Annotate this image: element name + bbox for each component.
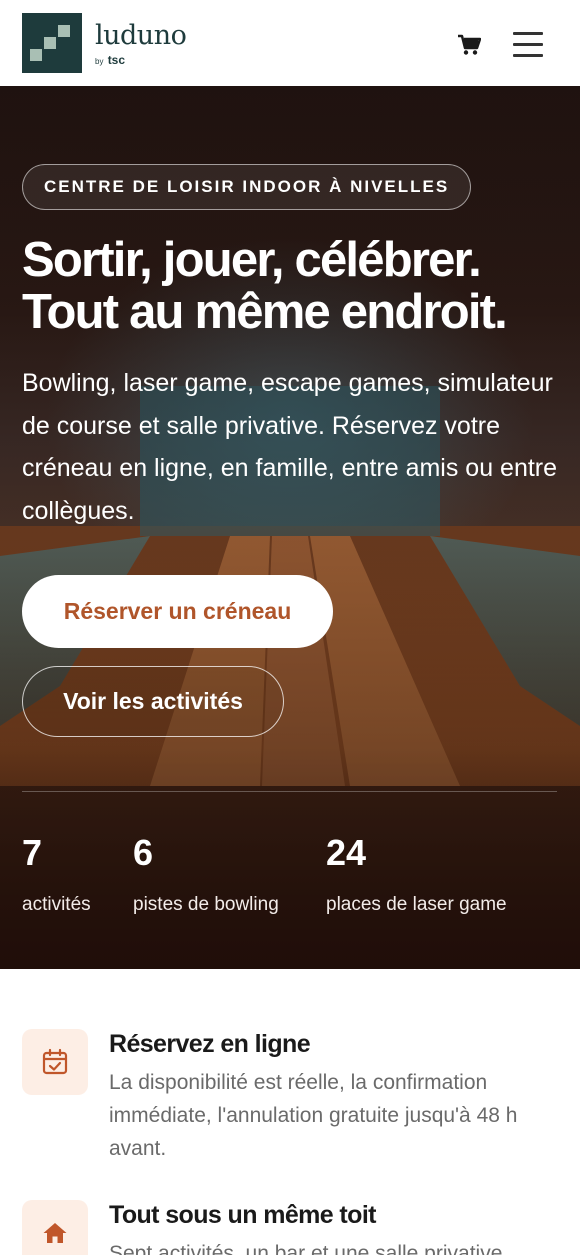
stat-value: 24 (326, 832, 367, 873)
stat-value: 7 (22, 832, 43, 873)
book-slot-button[interactable]: Réserver un créneau (22, 575, 333, 648)
feature-description: Sept activités, un bar et une salle priv… (109, 1242, 503, 1255)
stat-label: activités (22, 894, 91, 915)
hero-title-line-2: Tout au même endroit. (22, 285, 508, 339)
brand-sub: by tsc (95, 53, 125, 67)
location-tag: CENTRE DE LOISIR INDOOR À NIVELLES (22, 164, 472, 210)
menu-button[interactable] (508, 26, 548, 62)
hero-description: Bowling, laser game, escape games, simul… (22, 369, 558, 525)
stat-label: places de laser game (326, 894, 507, 915)
feature-icon-box (22, 1200, 88, 1255)
feature-icon-box (22, 1029, 88, 1095)
stats-divider (22, 791, 557, 792)
feature-description: La disponibilité est réelle, la confirma… (109, 1071, 518, 1160)
feature-title: Tout sous un même toit (109, 1201, 376, 1229)
stat-label: pistes de bowling (133, 894, 279, 915)
brand-by: by (95, 57, 104, 66)
hero-section: CENTRE DE LOISIR INDOOR À NIVELLES Sorti… (0, 86, 580, 969)
feature-book-online: Réservez en ligne La disponibilité est r… (22, 1029, 562, 1169)
brand-name[interactable]: luduno (95, 20, 187, 51)
site-header: luduno by tsc (0, 0, 580, 86)
stat-laser-game-places: 24 places de laser game (326, 831, 507, 918)
calendar-check-icon (42, 1048, 68, 1075)
stat-bowling-lanes: 6 pistes de bowling (133, 831, 279, 918)
view-activities-button[interactable]: Voir les activités (22, 666, 284, 737)
feature-all-in-one: Tout sous un même toit Sept activités, u… (22, 1200, 562, 1255)
stat-activities: 7 activités (22, 831, 91, 918)
cart-button[interactable] (452, 28, 486, 62)
feature-title: Réservez en ligne (109, 1030, 311, 1058)
hero-title: Sortir, jouer, célébrer. Tout au même en… (22, 234, 562, 338)
stat-value: 6 (133, 832, 154, 873)
brand-sub-name: tsc (107, 53, 126, 67)
hero-title-line-1: Sortir, jouer, célébrer. (22, 233, 482, 287)
shopping-cart-icon (458, 34, 481, 55)
home-icon (43, 1223, 67, 1243)
logo-icon[interactable] (22, 13, 82, 73)
